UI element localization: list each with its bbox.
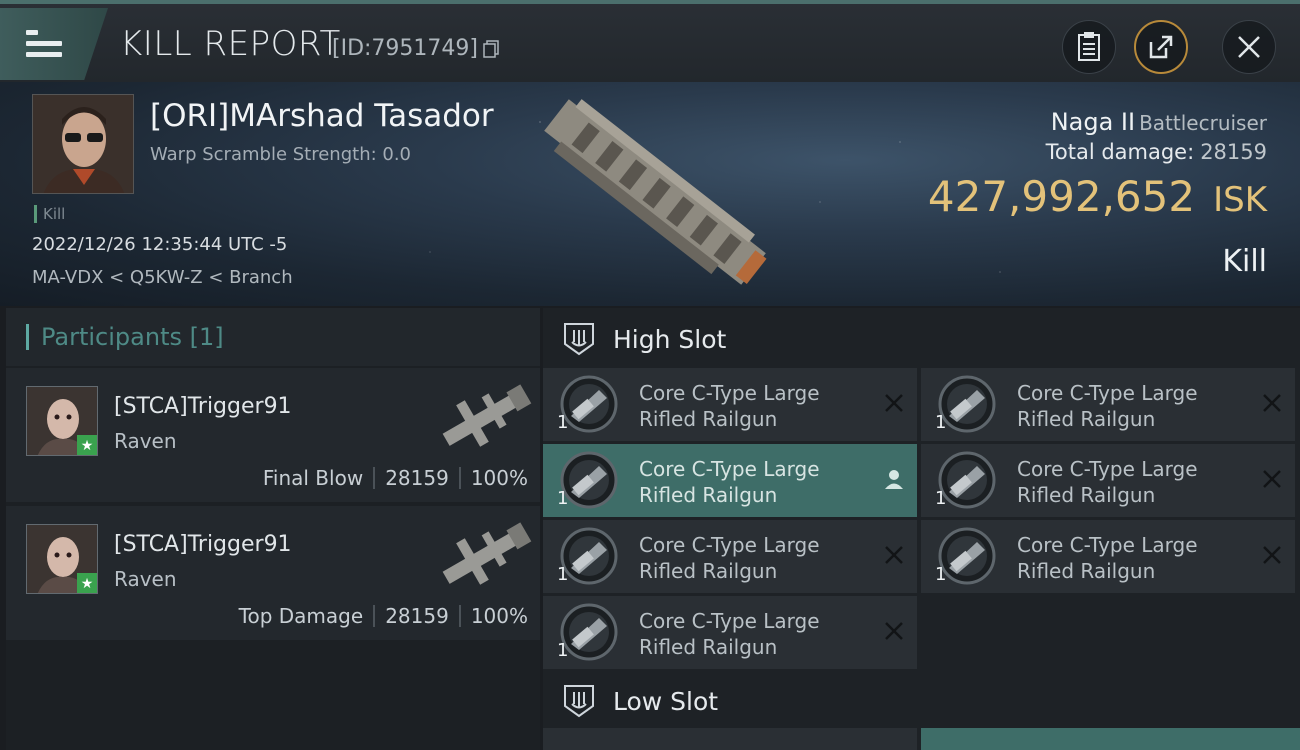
clipboard-icon <box>1078 32 1100 61</box>
high-slot-module[interactable]: 1 Core C-Type Large Rifled Railgun <box>543 596 917 669</box>
high-slot-module[interactable]: 1 Core C-Type Large Rifled Railgun <box>921 444 1295 517</box>
module-quantity: 1 <box>557 412 569 433</box>
participant-card[interactable]: ★ [STCA]Trigger91 Raven Top Damage 28159 1… <box>6 506 540 640</box>
top-bar: KILL REPORT [ID:7951749] <box>0 0 1300 82</box>
page-title: KILL REPORT <box>120 24 341 64</box>
low-slot-module-partial[interactable] <box>543 728 917 750</box>
kill-tag: Kill <box>34 205 65 223</box>
share-button[interactable] <box>1134 20 1188 74</box>
report-id: [ID:7951749] <box>332 36 478 61</box>
victim-banner: [ORI]MArshad Tasador Warp Scramble Stren… <box>0 82 1300 306</box>
low-slot-module-partial[interactable] <box>921 728 1300 750</box>
fitting-panel: High Slot 1 Core C-Type Large Rifled Railg… <box>543 308 1300 750</box>
victim-name[interactable]: [ORI]MArshad Tasador <box>150 98 494 134</box>
high-slot-header: High Slot <box>543 308 1300 368</box>
destroyed-icon <box>1263 546 1281 564</box>
participant-ship: Raven <box>114 567 177 591</box>
kill-timestamp: 2022/12/26 12:35:44 UTC -5 <box>32 234 288 255</box>
share-icon <box>1149 35 1173 59</box>
destroyed-icon <box>1263 394 1281 412</box>
high-slot-module[interactable]: 1 Core C-Type Large Rifled Railgun <box>543 520 917 593</box>
participant-name[interactable]: [STCA]Trigger91 <box>114 394 292 419</box>
raven-ship-image <box>442 522 532 585</box>
star-badge-icon: ★ <box>77 573 97 593</box>
module-name: Core C-Type Large Rifled Railgun <box>639 533 820 583</box>
warp-scramble-text: Warp Scramble Strength: 0.0 <box>150 144 412 165</box>
high-slot-module[interactable]: 1 Core C-Type Large Rifled Railgun <box>543 368 917 441</box>
destroyed-icon <box>885 546 903 564</box>
isk-value: 427,992,652 ISK <box>927 172 1267 221</box>
hamburger-icon <box>26 30 62 58</box>
pilot-avatar-icon <box>33 95 133 193</box>
destroyed-icon <box>1263 470 1281 488</box>
module-name: Core C-Type Large Rifled Railgun <box>1017 381 1198 431</box>
module-quantity: 1 <box>935 488 947 509</box>
high-slot-module[interactable]: 1 Core C-Type Large Rifled Railgun <box>921 520 1295 593</box>
participant-stats: Final Blow 28159 100% <box>262 466 528 490</box>
low-slot-icon <box>564 685 594 718</box>
total-damage: Total damage: 28159 <box>1045 140 1267 164</box>
dropped-icon <box>885 470 903 489</box>
participant-avatar: ★ <box>26 524 98 594</box>
module-name: Core C-Type Large Rifled Railgun <box>1017 457 1198 507</box>
participants-panel: Participants [1] ★ [STCA]Trigger91 Raven… <box>6 308 540 750</box>
copy-icon[interactable] <box>483 40 499 58</box>
participant-ship: Raven <box>114 429 177 453</box>
high-slot-module[interactable]: 1 Core C-Type Large Rifled Railgun <box>543 444 917 517</box>
clipboard-button[interactable] <box>1062 20 1116 74</box>
kill-location[interactable]: MA-VDX < Q5KW-Z < Branch <box>32 267 293 288</box>
result-label: Kill <box>1222 244 1267 279</box>
destroyed-icon <box>885 622 903 640</box>
menu-button[interactable] <box>0 8 108 80</box>
module-name: Core C-Type Large Rifled Railgun <box>639 381 820 431</box>
participant-stats: Top Damage 28159 100% <box>238 604 528 628</box>
victim-portrait[interactable] <box>32 94 134 194</box>
close-button[interactable] <box>1222 20 1276 74</box>
participant-card[interactable]: ★ [STCA]Trigger91 Raven Final Blow 28159 1… <box>6 368 540 502</box>
module-quantity: 1 <box>557 488 569 509</box>
victim-ship-image <box>544 99 767 285</box>
victim-ship-name[interactable]: Naga II Battlecruiser <box>1051 108 1267 136</box>
module-name: Core C-Type Large Rifled Railgun <box>1017 533 1198 583</box>
participant-avatar: ★ <box>26 386 98 456</box>
high-slot-icon <box>564 323 594 356</box>
participants-header: Participants [1] <box>6 308 540 366</box>
destroyed-icon <box>885 394 903 412</box>
participant-name[interactable]: [STCA]Trigger91 <box>114 532 292 557</box>
module-name: Core C-Type Large Rifled Railgun <box>639 457 820 507</box>
module-quantity: 1 <box>557 640 569 661</box>
module-quantity: 1 <box>935 564 947 585</box>
high-slot-module[interactable]: 1 Core C-Type Large Rifled Railgun <box>921 368 1295 441</box>
module-quantity: 1 <box>557 564 569 585</box>
module-name: Core C-Type Large Rifled Railgun <box>639 609 820 659</box>
ship-class: Battlecruiser <box>1139 111 1267 135</box>
module-quantity: 1 <box>935 412 947 433</box>
raven-ship-image <box>442 384 532 447</box>
star-badge-icon: ★ <box>77 435 97 455</box>
low-slot-header: Low Slot <box>543 670 1300 730</box>
close-icon <box>1238 36 1260 58</box>
